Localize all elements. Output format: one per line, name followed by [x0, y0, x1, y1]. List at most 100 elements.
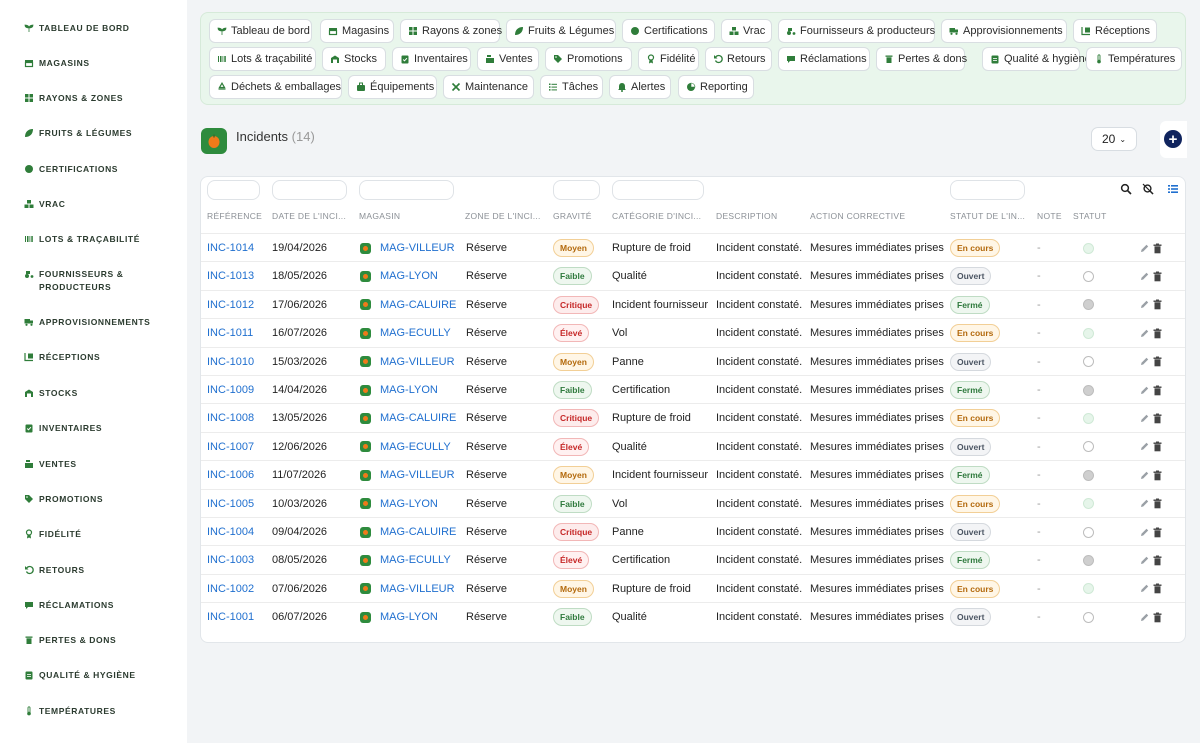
table-row[interactable]: INC-1003 08/05/2026 MAG-ECULLY Réserve Élevé…: [201, 545, 1185, 574]
column-header-zone[interactable]: Zone de l'inci...: [465, 211, 541, 221]
filter-date-input[interactable]: [272, 180, 347, 200]
delete-icon[interactable]: [1152, 271, 1163, 282]
reference-link[interactable]: INC-1001: [207, 611, 254, 623]
table-row[interactable]: INC-1008 13/05/2026 MAG-CALUIRE Réserve Crit…: [201, 403, 1185, 432]
magasin-link[interactable]: MAG-CALUIRE: [380, 299, 456, 311]
delete-icon[interactable]: [1152, 328, 1163, 339]
sidebar-item-promotions[interactable]: Promotions: [24, 493, 174, 506]
nav-chip-promotions[interactable]: Promotions: [545, 47, 632, 71]
magasin-link[interactable]: MAG-LYON: [380, 498, 438, 510]
nav-chip-dechets-emballages[interactable]: Déchets & emballages: [209, 75, 342, 99]
edit-icon[interactable]: [1139, 413, 1150, 424]
nav-chip-maintenance[interactable]: Maintenance: [443, 75, 534, 99]
magasin-link[interactable]: MAG-VILLEUR: [380, 583, 455, 595]
table-row[interactable]: INC-1012 17/06/2026 MAG-CALUIRE Réserve Crit…: [201, 289, 1185, 319]
sidebar-item-stocks[interactable]: Stocks: [24, 387, 174, 400]
sidebar-item-ventes[interactable]: Ventes: [24, 458, 174, 471]
status-toggle[interactable]: [1083, 299, 1094, 311]
reference-link[interactable]: INC-1008: [207, 412, 254, 424]
sidebar-item-qualite-hygiene[interactable]: Qualité & hygiène: [24, 669, 174, 682]
table-row[interactable]: INC-1013 18/05/2026 MAG-LYON Réserve Faible Q…: [201, 261, 1185, 290]
reference-link[interactable]: INC-1010: [207, 356, 254, 368]
clear-search-icon[interactable]: [1142, 183, 1154, 195]
nav-chip-fidelite[interactable]: Fidélité: [638, 47, 699, 71]
magasin-link[interactable]: MAG-VILLEUR: [380, 356, 455, 368]
delete-icon[interactable]: [1152, 612, 1163, 623]
reference-link[interactable]: INC-1014: [207, 242, 254, 254]
column-header-magasin[interactable]: Magasin: [359, 211, 400, 221]
nav-chip-taches[interactable]: Tâches: [540, 75, 603, 99]
column-header-reference[interactable]: Référence: [207, 211, 262, 221]
status-toggle[interactable]: [1083, 384, 1094, 396]
delete-icon[interactable]: [1152, 413, 1163, 424]
filter-gravite-input[interactable]: [553, 180, 600, 200]
nav-chip-magasins[interactable]: Magasins: [320, 19, 394, 43]
reference-link[interactable]: INC-1011: [207, 327, 253, 339]
filter-reference-input[interactable]: [207, 180, 260, 200]
delete-icon[interactable]: [1152, 470, 1163, 481]
sidebar-item-approvisionnements[interactable]: Approvisionnements: [24, 316, 174, 329]
delete-icon[interactable]: [1152, 299, 1163, 310]
status-toggle[interactable]: [1083, 412, 1094, 424]
sidebar-item-fidelite[interactable]: Fidélité: [24, 528, 174, 541]
nav-chip-approvisionnements[interactable]: Approvisionnements: [941, 19, 1067, 43]
column-header-statut-incident[interactable]: Statut de l'in...: [950, 211, 1025, 221]
column-header-action[interactable]: Action corrective: [810, 211, 905, 221]
column-header-gravite[interactable]: Gravité: [553, 211, 592, 221]
nav-chip-rayons-zones[interactable]: Rayons & zones: [400, 19, 502, 43]
edit-icon[interactable]: [1139, 583, 1150, 594]
delete-icon[interactable]: [1152, 441, 1163, 452]
magasin-link[interactable]: MAG-LYON: [380, 384, 438, 396]
table-row[interactable]: INC-1009 14/04/2026 MAG-LYON Réserve Faible C…: [201, 375, 1185, 404]
table-row[interactable]: INC-1005 10/03/2026 MAG-LYON Réserve Faible V…: [201, 488, 1185, 518]
edit-icon[interactable]: [1139, 527, 1150, 538]
table-row[interactable]: INC-1011 16/07/2026 MAG-ECULLY Réserve Élevé…: [201, 318, 1185, 347]
status-toggle[interactable]: [1083, 441, 1094, 453]
reference-link[interactable]: INC-1013: [207, 270, 254, 282]
nav-chip-temperatures[interactable]: Températures: [1086, 47, 1182, 71]
edit-icon[interactable]: [1139, 385, 1150, 396]
delete-icon[interactable]: [1152, 527, 1163, 538]
sidebar-item-fournisseurs-producteurs[interactable]: Fournisseurs & producteurs: [24, 268, 174, 294]
reference-link[interactable]: INC-1012: [207, 299, 254, 311]
sidebar-item-lots-tracabilite[interactable]: Lots & traçabilité: [24, 233, 174, 246]
edit-icon[interactable]: [1139, 498, 1150, 509]
edit-icon[interactable]: [1139, 555, 1150, 566]
nav-chip-fruits-legumes[interactable]: Fruits & Légumes: [506, 19, 616, 43]
nav-chip-qualite-hygiene[interactable]: Qualité & hygiène: [982, 47, 1091, 71]
reference-link[interactable]: INC-1006: [207, 469, 254, 481]
column-header-categorie[interactable]: Catégorie d'inci...: [612, 211, 701, 221]
list-view-icon[interactable]: [1167, 183, 1179, 195]
status-toggle[interactable]: [1083, 469, 1094, 481]
status-toggle[interactable]: [1083, 498, 1094, 510]
nav-chip-fournisseurs-producteurs[interactable]: Fournisseurs & producteurs: [778, 19, 935, 43]
column-header-note[interactable]: Note: [1037, 211, 1062, 221]
magasin-link[interactable]: MAG-ECULLY: [380, 441, 451, 453]
magasin-link[interactable]: MAG-CALUIRE: [380, 526, 456, 538]
status-toggle[interactable]: [1083, 554, 1094, 566]
sidebar-item-rayons-zones[interactable]: Rayons & zones: [24, 92, 174, 105]
edit-icon[interactable]: [1139, 299, 1150, 310]
nav-chip-tableau-de-bord[interactable]: Tableau de bord: [209, 19, 312, 43]
sidebar-item-receptions[interactable]: Réceptions: [24, 351, 174, 364]
magasin-link[interactable]: MAG-CALUIRE: [380, 412, 456, 424]
column-header-description[interactable]: Description: [716, 211, 777, 221]
sidebar-item-certifications[interactable]: Certifications: [24, 163, 174, 176]
reference-link[interactable]: INC-1003: [207, 554, 254, 566]
status-toggle[interactable]: [1083, 242, 1094, 254]
edit-icon[interactable]: [1139, 328, 1150, 339]
nav-chip-ventes[interactable]: Ventes: [477, 47, 539, 71]
nav-chip-certifications[interactable]: Certifications: [622, 19, 715, 43]
table-row[interactable]: INC-1002 07/06/2026 MAG-VILLEUR Réserve Moye…: [201, 573, 1185, 603]
sidebar-item-inventaires[interactable]: Inventaires: [24, 422, 174, 435]
per-page-select[interactable]: 20 ⌄: [1091, 127, 1137, 151]
nav-chip-receptions[interactable]: Réceptions: [1073, 19, 1157, 43]
sidebar-item-temperatures[interactable]: Températures: [24, 705, 174, 718]
edit-icon[interactable]: [1139, 441, 1150, 452]
sidebar-item-magasins[interactable]: Magasins: [24, 57, 174, 70]
edit-icon[interactable]: [1139, 612, 1150, 623]
filter-magasin-input[interactable]: [359, 180, 454, 200]
sidebar-item-reclamations[interactable]: Réclamations: [24, 599, 174, 612]
table-row[interactable]: INC-1007 12/06/2026 MAG-ECULLY Réserve Élevé…: [201, 431, 1185, 461]
magasin-link[interactable]: MAG-VILLEUR: [380, 242, 455, 254]
